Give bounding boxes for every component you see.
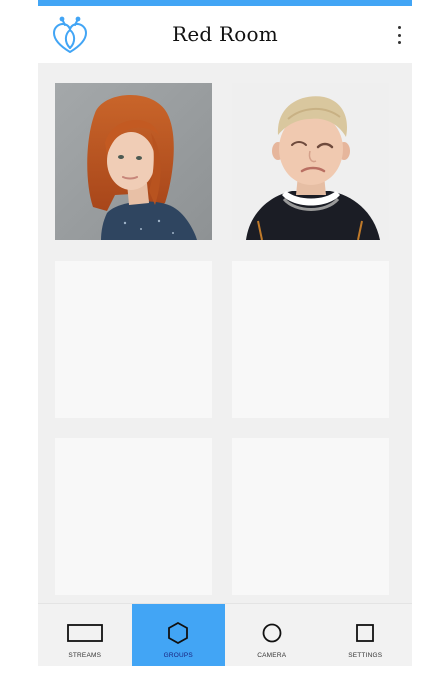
- stream-tile-2[interactable]: [232, 83, 389, 240]
- nav-streams[interactable]: STREAMS: [38, 604, 132, 666]
- more-vertical-icon[interactable]: [392, 24, 406, 46]
- nav-label-camera: CAMERA: [257, 652, 287, 659]
- page-title: Red Room: [172, 22, 278, 46]
- group-grid: [38, 63, 412, 603]
- nav-label-groups: GROUPS: [163, 652, 193, 659]
- hexagon-icon: [168, 622, 189, 644]
- nav-settings[interactable]: SETTINGS: [319, 604, 413, 666]
- girl-photo: [55, 83, 212, 240]
- empty-tile-5[interactable]: [55, 438, 212, 595]
- boy-photo: [232, 83, 389, 240]
- nav-label-settings: SETTINGS: [348, 652, 383, 659]
- empty-tile-6[interactable]: [232, 438, 389, 595]
- square-icon: [356, 622, 375, 644]
- app-header: Red Room: [38, 6, 412, 63]
- nav-label-streams: STREAMS: [68, 652, 102, 659]
- empty-tile-3[interactable]: [55, 261, 212, 418]
- bottom-navigation: STREAMS GROUPS CAMERA SETTINGS: [38, 603, 412, 666]
- rectangle-icon: [66, 622, 103, 644]
- empty-tile-4[interactable]: [232, 261, 389, 418]
- nav-camera[interactable]: CAMERA: [225, 604, 319, 666]
- nav-groups[interactable]: GROUPS: [131, 604, 225, 666]
- stream-tile-1[interactable]: [55, 83, 212, 240]
- circle-icon: [262, 622, 282, 644]
